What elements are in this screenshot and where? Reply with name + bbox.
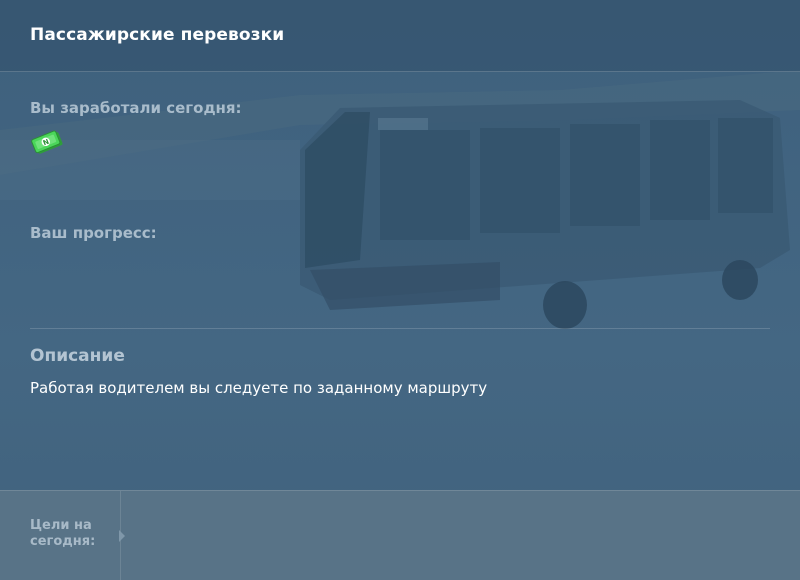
goals-tab[interactable]: Цели на сегодня:: [0, 491, 121, 580]
arrow-right-icon: [119, 530, 125, 542]
description-title: Описание: [30, 346, 125, 366]
cash-icon: N: [31, 130, 63, 154]
header-bar: Пассажирские перевозки: [0, 0, 800, 72]
goals-footer: Цели на сегодня:: [0, 490, 800, 580]
section-divider: [30, 328, 770, 329]
description-text: Работая водителем вы следуете по заданно…: [30, 379, 488, 397]
page-title: Пассажирские перевозки: [30, 25, 285, 45]
goals-label: Цели на сегодня:: [30, 518, 96, 549]
earnings-label: Вы заработали сегодня:: [30, 99, 242, 117]
progress-label: Ваш прогресс:: [30, 224, 157, 242]
